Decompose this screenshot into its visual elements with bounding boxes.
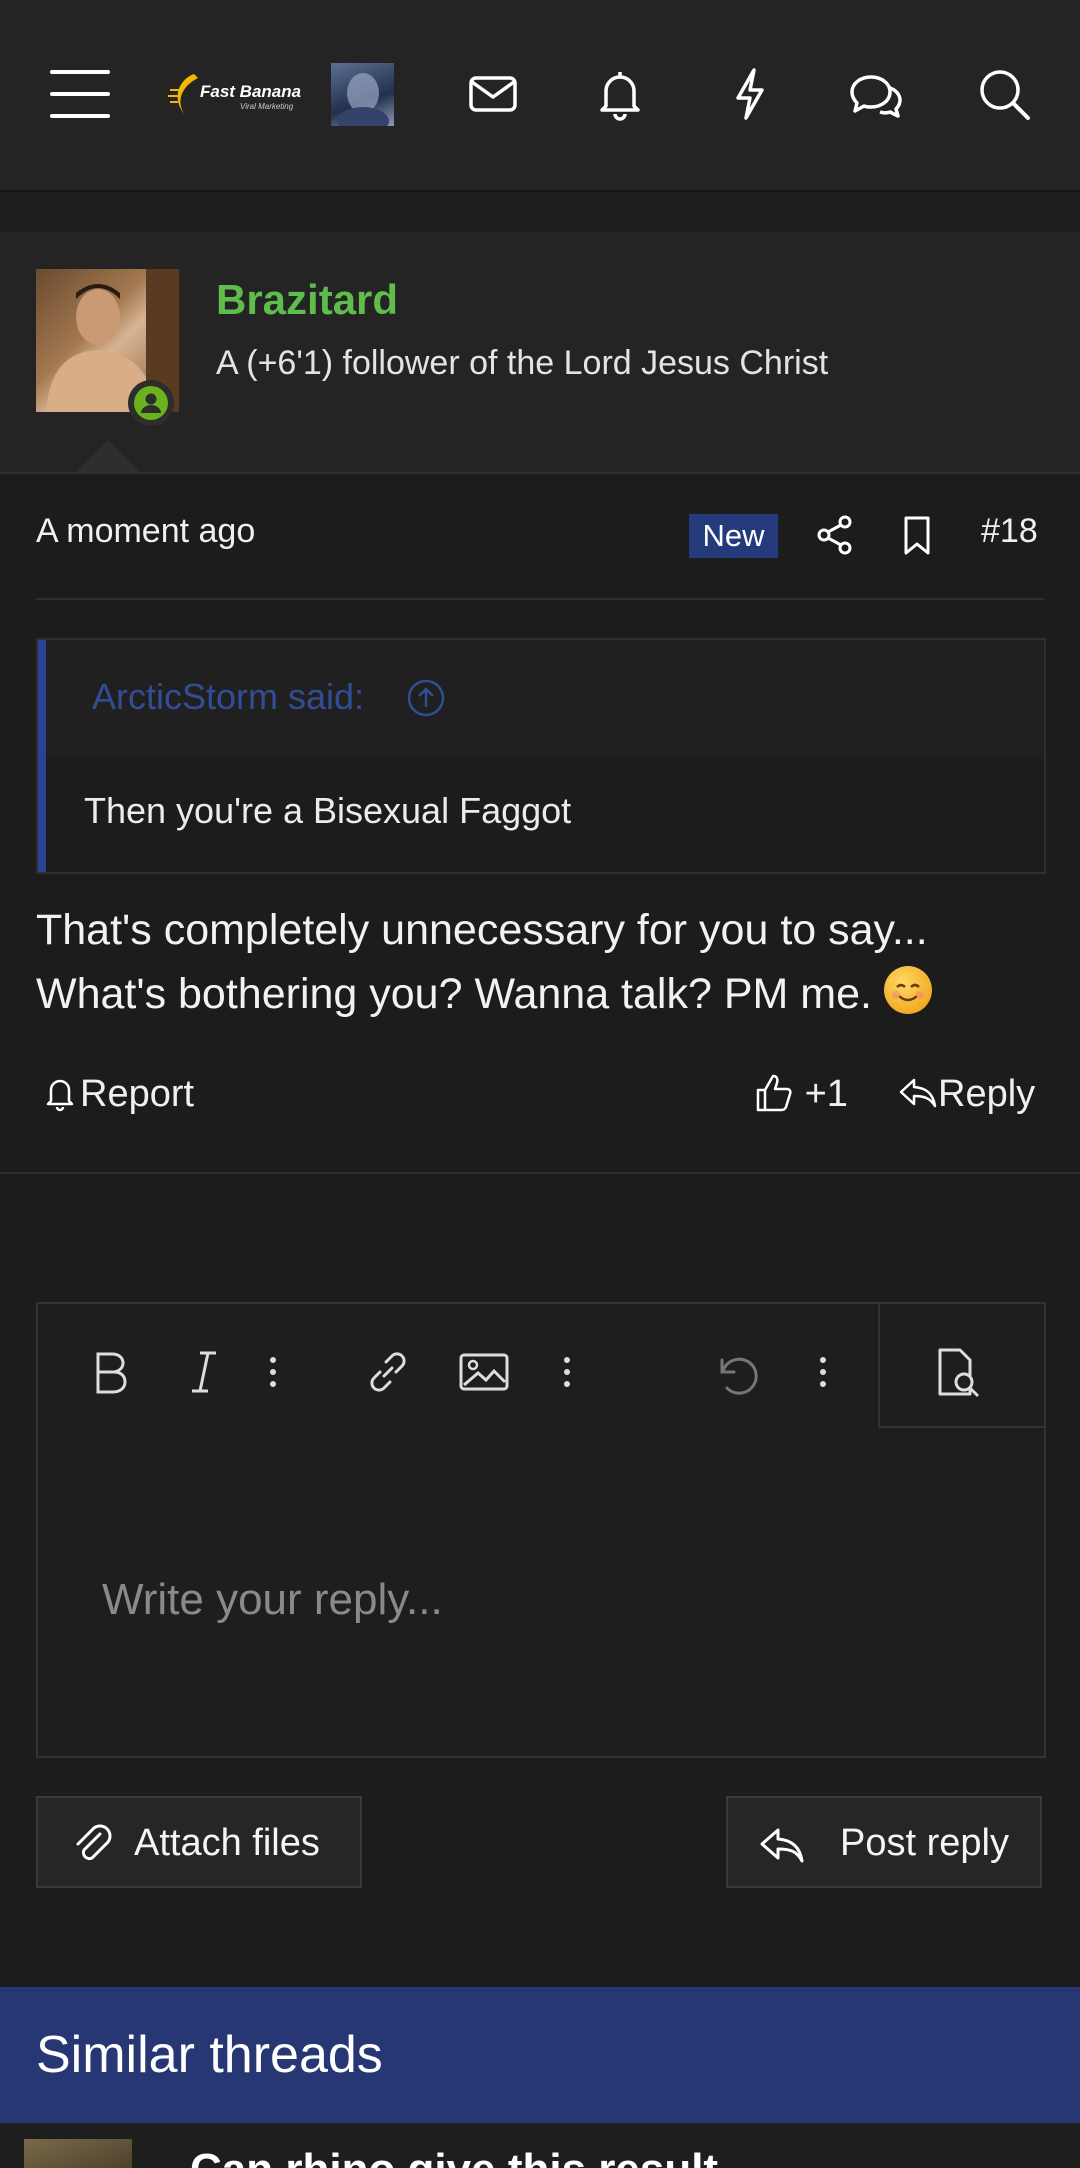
- italic-icon[interactable]: [176, 1344, 232, 1400]
- inbox-icon[interactable]: [463, 64, 523, 124]
- link-icon[interactable]: [360, 1344, 416, 1400]
- search-icon[interactable]: [974, 64, 1034, 124]
- similar-threads-title: Similar threads: [36, 2026, 383, 2084]
- like-button[interactable]: +1: [754, 1070, 848, 1116]
- header-pointer: [76, 440, 140, 472]
- conversations-icon[interactable]: [846, 64, 906, 124]
- menu-icon[interactable]: [50, 64, 110, 124]
- new-badge: New: [689, 514, 778, 558]
- like-count: +1: [804, 1073, 848, 1115]
- reply-label: Reply: [938, 1073, 1036, 1115]
- report-button[interactable]: Report: [40, 1070, 194, 1116]
- smiling-emoji-icon: [883, 966, 932, 1014]
- bold-icon[interactable]: [82, 1344, 138, 1400]
- undo-icon[interactable]: [708, 1344, 764, 1400]
- jump-to-quote-icon[interactable]: [406, 678, 446, 718]
- top-nav: Fast Banana Viral Marketing: [0, 0, 1080, 192]
- more-text-options-icon[interactable]: [258, 1344, 288, 1400]
- thread-title[interactable]: Can rhino give this result: [190, 2145, 718, 2168]
- quote-bar: [38, 640, 46, 872]
- similar-thread-item[interactable]: Can rhino give this result: [0, 2123, 1080, 2168]
- image-icon[interactable]: [456, 1344, 512, 1400]
- site-logo[interactable]: Fast Banana Viral Marketing: [168, 70, 302, 122]
- reply-editor: [36, 1302, 1046, 1758]
- bell-icon: [46, 1079, 74, 1112]
- logo-text: Fast Banana: [200, 82, 302, 101]
- post-body-line: That's completely unnecessary for you to…: [36, 906, 928, 954]
- post-number[interactable]: #18: [981, 512, 1038, 551]
- user-title: A (+6'1) follower of the Lord Jesus Chri…: [216, 344, 829, 382]
- post-reply-button[interactable]: Post reply: [726, 1796, 1042, 1888]
- more-insert-options-icon[interactable]: [552, 1344, 582, 1400]
- attach-files-button[interactable]: Attach files: [36, 1796, 362, 1888]
- post-user-header: Brazitard A (+6'1) follower of the Lord …: [0, 232, 1080, 474]
- paperclip-icon: [76, 1824, 112, 1861]
- quote-block: ArcticStorm said: Then you're a Bisexual…: [36, 638, 1046, 874]
- post-body: That's completely unnecessary for you to…: [36, 898, 1046, 1026]
- quote-header: ArcticStorm said:: [46, 640, 1044, 758]
- post-timestamp[interactable]: A moment ago: [36, 512, 255, 551]
- bell-icon[interactable]: [590, 64, 650, 124]
- quote-author[interactable]: ArcticStorm said:: [92, 676, 364, 718]
- reply-button[interactable]: Reply: [898, 1070, 1035, 1116]
- online-status-icon: [128, 380, 174, 426]
- preview-button[interactable]: [878, 1304, 1046, 1428]
- divider: [0, 1172, 1080, 1174]
- bookmark-icon[interactable]: [897, 513, 937, 557]
- attach-files-label: Attach files: [134, 1822, 320, 1864]
- lightning-icon[interactable]: [720, 64, 780, 124]
- reply-input[interactable]: [100, 1464, 984, 1736]
- report-label: Report: [80, 1073, 195, 1115]
- more-options-icon[interactable]: [808, 1344, 838, 1400]
- logo-subtext: Viral Marketing: [240, 102, 294, 111]
- divider: [36, 598, 1044, 600]
- post-body-line: What's bothering you? Wanna talk? PM me.: [36, 970, 872, 1018]
- thread-author-avatar: [24, 2139, 132, 2168]
- username[interactable]: Brazitard: [216, 276, 398, 324]
- reply-icon: [899, 1078, 937, 1108]
- quote-text: Then you're a Bisexual Faggot: [84, 790, 572, 831]
- reply-icon: [760, 1828, 804, 1863]
- post-reply-label: Post reply: [840, 1822, 1009, 1864]
- similar-threads-header: Similar threads: [0, 1987, 1080, 2123]
- preview-icon: [930, 1344, 986, 1400]
- separator: [0, 192, 1080, 234]
- share-icon[interactable]: [815, 513, 855, 557]
- thumbs-up-icon: [756, 1074, 792, 1112]
- account-avatar[interactable]: [331, 63, 394, 126]
